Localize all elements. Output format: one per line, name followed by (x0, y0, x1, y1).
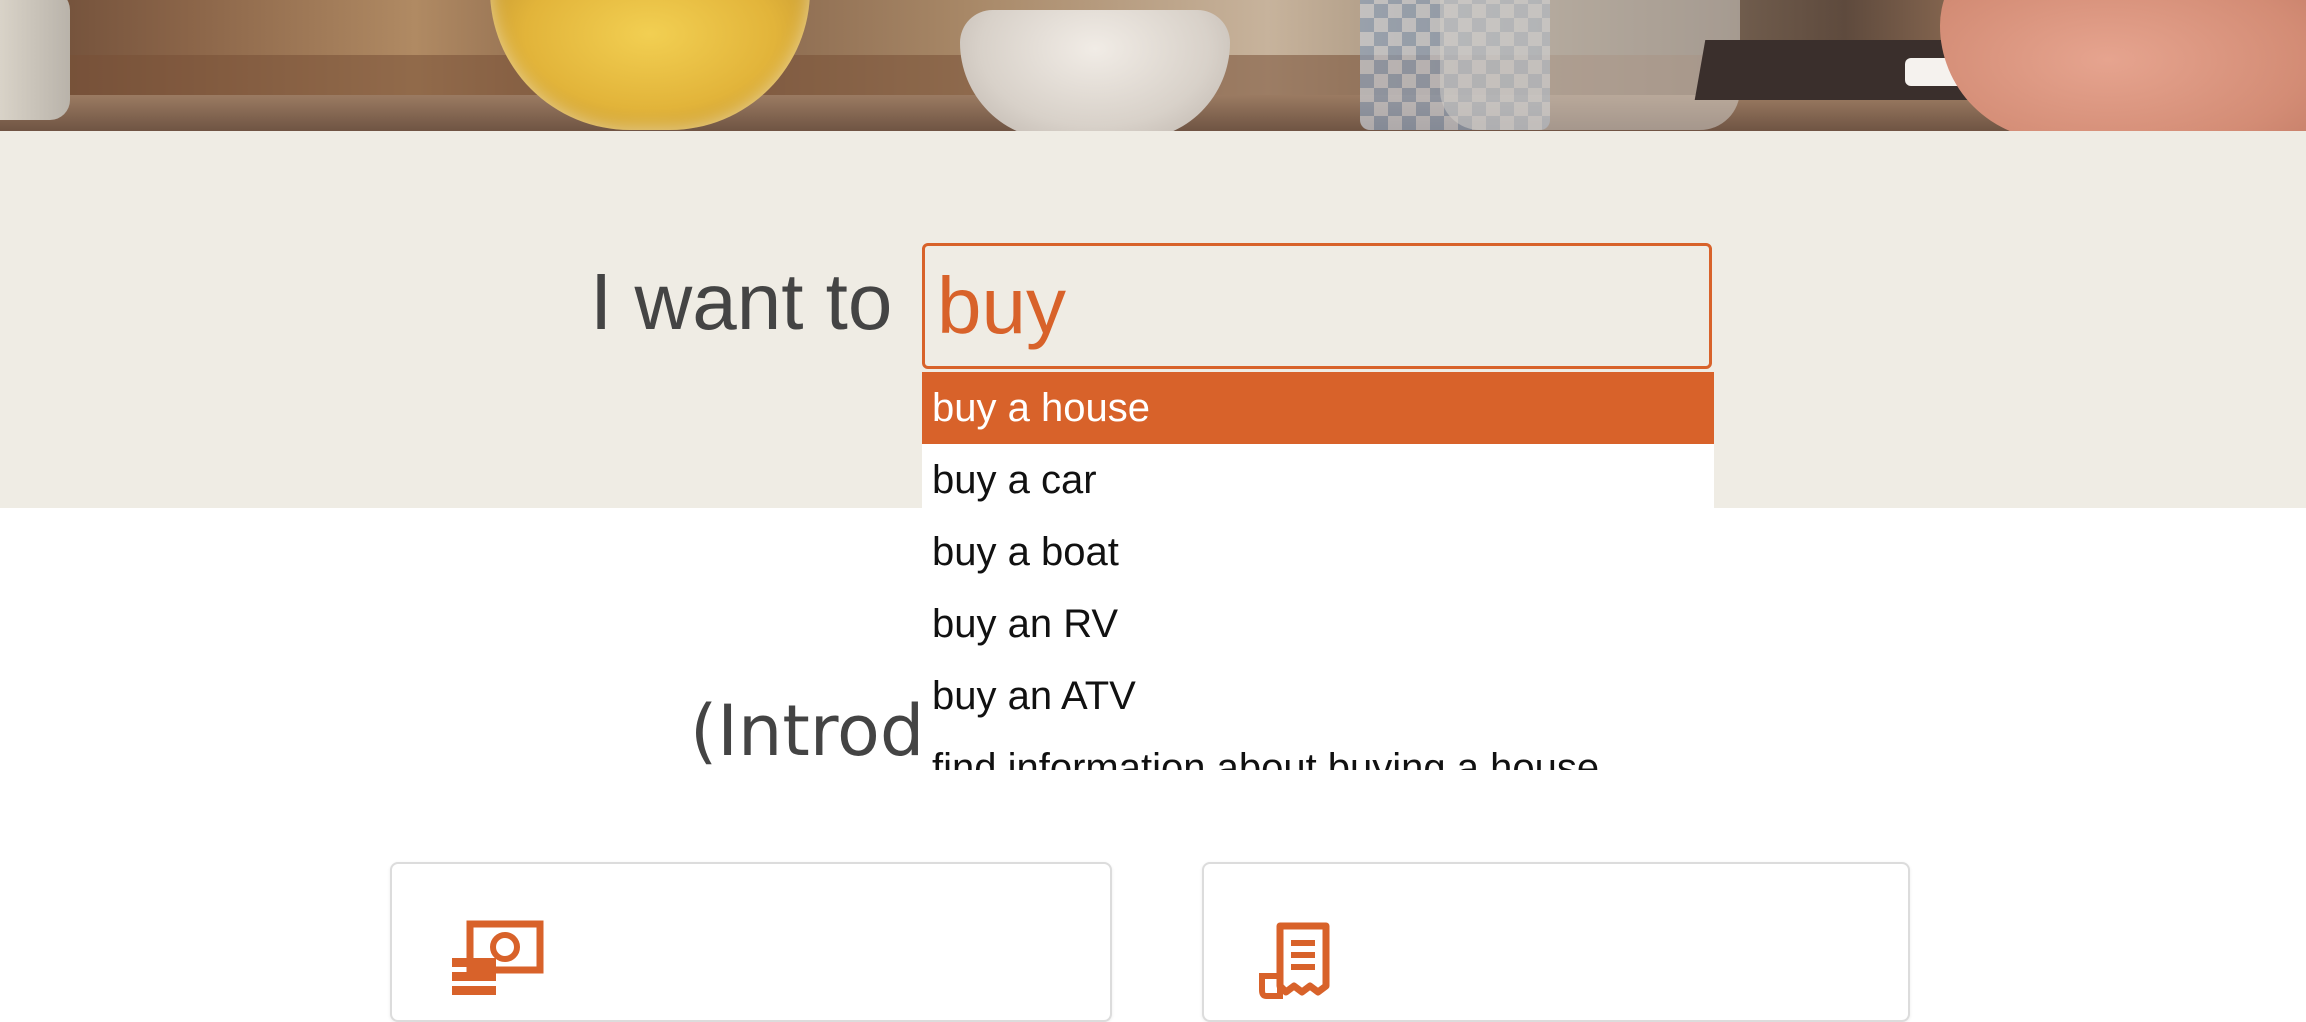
hero-image (0, 0, 2306, 131)
receipt-icon (1256, 920, 1336, 1005)
suggestion-item[interactable]: buy an ATV (922, 660, 1714, 732)
suggestion-item[interactable]: buy a car (922, 444, 1714, 516)
card-receipt[interactable] (1202, 862, 1910, 1022)
search-prompt-label: I want to (590, 257, 893, 346)
suggestion-item[interactable]: buy a house (922, 372, 1714, 444)
card-money[interactable] (390, 862, 1112, 1022)
suggestion-item[interactable]: buy an RV (922, 588, 1714, 660)
suggestion-item[interactable]: find information about buying a house (922, 732, 1714, 770)
search-input[interactable] (922, 243, 1712, 369)
money-icon (448, 920, 544, 1005)
autocomplete-dropdown: buy a house buy a car buy a boat buy an … (922, 372, 1714, 770)
suggestion-item[interactable]: buy a boat (922, 516, 1714, 588)
